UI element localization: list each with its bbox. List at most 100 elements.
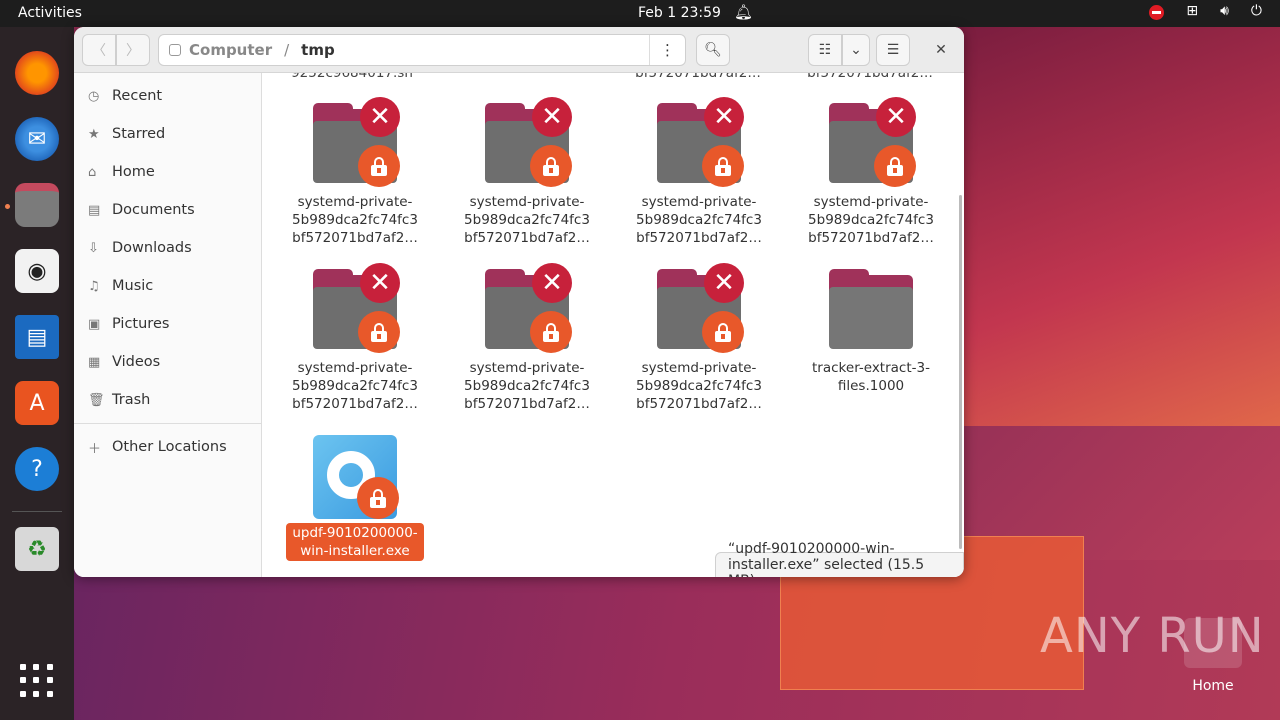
selected-file-name: updf-9010200000- win-installer.exe — [286, 523, 424, 561]
folder-icon: ✕ — [485, 97, 572, 187]
sidebar-item-videos[interactable]: ▦ Videos — [74, 343, 261, 381]
path-tmp[interactable]: tmp — [301, 41, 335, 59]
path-computer[interactable]: Computer — [189, 41, 272, 59]
sidebar-item-label: Trash — [112, 392, 151, 408]
trash-icon[interactable]: ♻ — [15, 527, 59, 571]
main-menu-button[interactable]: ☰ — [876, 34, 910, 66]
sidebar-item-label: Other Locations — [112, 439, 227, 455]
activities-button[interactable]: Activities — [18, 5, 82, 21]
lock-icon — [530, 145, 572, 187]
forward-button[interactable]: 〉 — [116, 34, 150, 66]
folder-icon: ✕ — [657, 263, 744, 353]
sidebar-item-trash[interactable]: 🗑︎ Trash — [74, 381, 261, 419]
file-name: 5b989dca2fc74fc3 — [636, 212, 762, 228]
list-view-icon: ☷ — [818, 42, 832, 58]
plus-icon: ＋ — [88, 441, 102, 457]
path-bar[interactable]: Computer / tmp ⋮ — [158, 34, 686, 66]
folder-icon: ✕ — [829, 97, 916, 187]
sidebar-item-downloads[interactable]: ⇩ Downloads — [74, 229, 261, 267]
document-icon: ▤ — [88, 202, 101, 218]
thunderbird-icon[interactable]: ✉ — [15, 117, 59, 161]
sidebar-item-recent[interactable]: ◷ Recent — [74, 77, 261, 115]
file-grid: 9252c9684017.sh bf572071bd7af2… bf572071… — [262, 73, 964, 577]
file-name: files.1000 — [837, 378, 905, 394]
view-options-button[interactable]: ⌄ — [842, 34, 870, 66]
file-name-cut[interactable]: bf572071bd7af2… — [800, 73, 940, 81]
folder-item[interactable]: ✕ systemd-private- 5b989dca2fc74fc3 bf5720… — [455, 263, 599, 413]
folder-item[interactable]: ✕ systemd-private- 5b989dca2fc74fc3 bf5720… — [627, 263, 771, 413]
sidebar-item-other-locations[interactable]: ＋ Other Locations — [74, 428, 261, 466]
show-apps-icon[interactable] — [20, 664, 54, 698]
search-icon: 🔍︎ — [704, 42, 722, 58]
sidebar-item-label: Music — [112, 278, 154, 294]
folder-item[interactable]: ✕ systemd-private- 5b989dca2fc74fc3 bf5720… — [283, 97, 427, 247]
status-overlay: “updf-9010200000-win-installer.exe” sele… — [715, 541, 964, 577]
file-name: bf572071bd7af2… — [636, 230, 762, 246]
lock-icon — [874, 145, 916, 187]
folder-item[interactable]: ✕ systemd-private- 5b989dca2fc74fc3 bf5720… — [283, 263, 427, 413]
search-button[interactable]: 🔍︎ — [696, 34, 730, 66]
path-separator: / — [284, 41, 290, 59]
dock-separator — [12, 511, 62, 512]
file-name: systemd-private- — [813, 194, 929, 210]
rhythmbox-icon[interactable]: ◉ — [15, 249, 59, 293]
file-name-cut[interactable]: 9252c9684017.sh — [282, 73, 422, 81]
files-icon[interactable] — [15, 183, 59, 227]
no-access-icon: ✕ — [360, 263, 400, 303]
file-name: bf572071bd7af2… — [464, 396, 590, 412]
sidebar-item-home[interactable]: ⌂ Home — [74, 153, 261, 191]
file-name: bf572071bd7af2… — [292, 396, 418, 412]
folder-item[interactable]: ✕ systemd-private- 5b989dca2fc74fc3 bf5720… — [627, 97, 771, 247]
app-center-icon[interactable]: A — [15, 381, 59, 425]
file-name: 5b989dca2fc74fc3 — [636, 378, 762, 394]
back-button[interactable]: 〈 — [82, 34, 116, 66]
lock-icon — [702, 311, 744, 353]
wallpaper-shape — [960, 26, 1280, 426]
sidebar-item-starred[interactable]: ★ Starred — [74, 115, 261, 153]
executable-icon — [313, 435, 399, 519]
no-access-icon: ✕ — [704, 97, 744, 137]
clock[interactable]: Feb 1 23:59 — [638, 5, 721, 21]
file-name: systemd-private- — [469, 194, 585, 210]
network-icon[interactable]: ⊞ — [1186, 3, 1198, 19]
list-view-button[interactable]: ☷ — [808, 34, 842, 66]
file-name: win-installer.exe — [300, 543, 410, 559]
writer-icon[interactable]: ▤ — [15, 315, 59, 359]
file-name: systemd-private- — [641, 360, 757, 376]
path-menu-icon[interactable]: ⋮ — [649, 35, 685, 65]
folder-icon — [829, 269, 913, 349]
power-icon[interactable]: ⏻ — [1251, 3, 1262, 19]
no-access-icon: ✕ — [532, 263, 572, 303]
file-name: bf572071bd7af2… — [464, 230, 590, 246]
scrollbar[interactable] — [959, 195, 962, 549]
desktop-home-label[interactable]: Home — [1184, 678, 1242, 694]
file-name-cut[interactable]: bf572071bd7af2… — [628, 73, 768, 81]
folder-item[interactable]: tracker-extract-3- files.1000 — [799, 269, 943, 395]
sidebar-item-label: Starred — [112, 126, 166, 142]
help-icon[interactable]: ? — [15, 447, 59, 491]
file-name: 5b989dca2fc74fc3 — [464, 378, 590, 394]
folder-icon: ✕ — [485, 263, 572, 353]
bell-icon[interactable]: 🔔︎ — [734, 3, 753, 21]
close-button[interactable]: ✕ — [924, 34, 958, 66]
sidebar-item-music[interactable]: ♫ Music — [74, 267, 261, 305]
sidebar-item-documents[interactable]: ▤ Documents — [74, 191, 261, 229]
folder-item[interactable]: ✕ systemd-private- 5b989dca2fc74fc3 bf5720… — [799, 97, 943, 247]
file-name: systemd-private- — [297, 360, 413, 376]
no-access-icon: ✕ — [876, 97, 916, 137]
file-manager-window: 〈 〉 Computer / tmp ⋮ 🔍︎ ☷ ⌄ ☰ ✕ ◷ Recent … — [74, 27, 964, 577]
recording-stop-icon[interactable] — [1149, 5, 1165, 20]
firefox-icon[interactable] — [15, 51, 59, 95]
system-tray[interactable]: ⊞ 🔊︎ ⏻ — [1149, 3, 1262, 20]
folder-item[interactable]: ✕ systemd-private- 5b989dca2fc74fc3 bf5720… — [455, 97, 599, 247]
file-name: systemd-private- — [469, 360, 585, 376]
dock: ✉ ◉ ▤ A ? ♻ — [0, 27, 74, 720]
volume-icon[interactable]: 🔊︎ — [1220, 3, 1229, 19]
file-item-selected[interactable]: updf-9010200000- win-installer.exe — [283, 435, 427, 561]
sidebar-item-label: Home — [112, 164, 155, 180]
file-name: 5b989dca2fc74fc3 — [808, 212, 934, 228]
sidebar-item-pictures[interactable]: ▣ Pictures — [74, 305, 261, 343]
close-icon: ✕ — [935, 42, 947, 58]
desktop-home-icon[interactable] — [1184, 618, 1242, 668]
download-icon: ⇩ — [88, 240, 99, 256]
